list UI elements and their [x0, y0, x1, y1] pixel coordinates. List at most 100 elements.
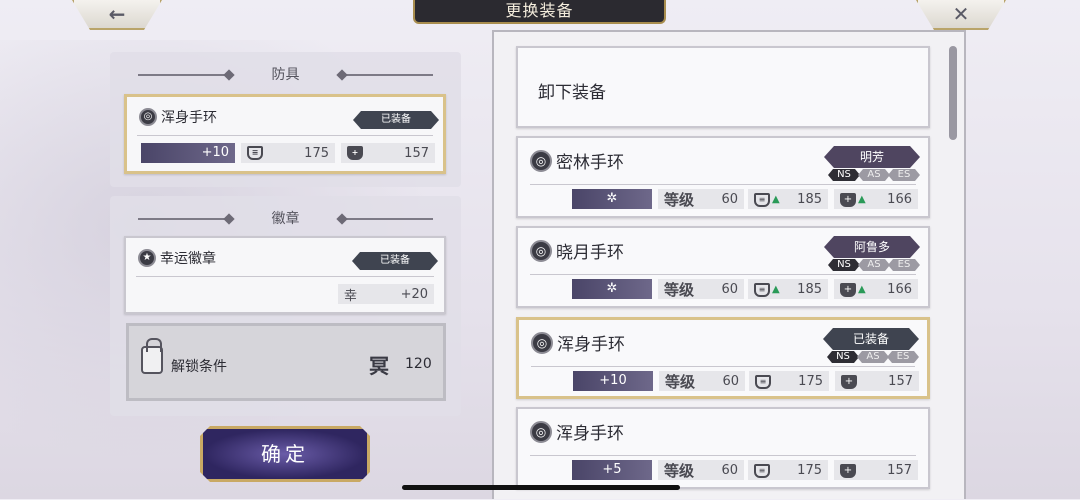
level-stat: 等级 60	[658, 460, 744, 480]
level-label: 等级	[664, 461, 695, 480]
close-icon: ✕	[952, 2, 970, 26]
unequip-button[interactable]: 卸下装备	[516, 46, 930, 128]
bracelet-icon: ◎	[530, 149, 552, 172]
defense-value: 185	[797, 191, 822, 207]
bracelet-icon: ◎	[530, 420, 552, 443]
locked-slot[interactable]: 解锁条件 冥 120	[126, 323, 446, 401]
equipped-badge: 已装备	[823, 328, 919, 350]
class-tag: ES	[888, 259, 920, 271]
defense-value: 185	[797, 281, 822, 297]
owner-badge: 明芳	[824, 146, 920, 168]
ornament-right	[338, 218, 433, 220]
hp-shield-icon: +	[347, 146, 363, 160]
item-name-row: ◎ 浑身手环	[530, 419, 624, 444]
stat-up-icon: ▲	[858, 194, 866, 205]
star-badge-icon: ★	[138, 249, 156, 267]
stat-up-icon: ▲	[772, 194, 780, 205]
scrollbar[interactable]	[949, 46, 957, 140]
equipment-list-item[interactable]: ◎ 密林手环 明芳 NS AS ES ✲ 等级 60 ≡ ▲ 185 + ▲ 166	[516, 136, 930, 218]
divider	[136, 276, 434, 277]
ornament-left	[138, 74, 233, 76]
level-value: 60	[722, 373, 739, 389]
level-label: 等级	[664, 280, 695, 299]
enhance-level: ✲	[572, 189, 652, 209]
level-stat: 等级 60	[659, 371, 745, 391]
armor-slot-card[interactable]: ◎ 浑身手环 已装备 +10 ≡ 175 + 157	[124, 94, 446, 174]
rank-icon: 冥	[369, 354, 389, 378]
close-button[interactable]: ✕	[916, 0, 1006, 30]
defense-stat: ≡ 175	[748, 460, 828, 480]
back-button[interactable]: ←	[72, 0, 162, 30]
owner-badge: 阿鲁多	[824, 236, 920, 258]
item-name: 密林手环	[556, 153, 624, 173]
ornament-left	[138, 218, 233, 220]
divider	[531, 366, 915, 367]
defense-icon: ≡	[247, 146, 263, 160]
enhance-level: +10	[573, 371, 653, 391]
defense-icon: ≡	[754, 464, 770, 478]
badge-section-header: 徽章	[110, 208, 461, 228]
class-tag: AS	[858, 169, 890, 181]
defense-value: 175	[304, 145, 329, 161]
hp-value: 157	[404, 145, 429, 161]
class-tag: AS	[857, 351, 889, 363]
item-name-row: ◎ 晓月手环	[530, 238, 624, 263]
luck-stat: 幸 +20	[338, 284, 434, 304]
defense-icon: ≡	[754, 283, 770, 297]
level-stat: 等级 60	[658, 279, 744, 299]
defense-value: 175	[797, 462, 822, 478]
item-name: 浑身手环	[557, 335, 625, 355]
equipment-list-item[interactable]: ◎ 晓月手环 阿鲁多 NS AS ES ✲ 等级 60 ≡ ▲ 185 + ▲ 166	[516, 226, 930, 308]
unlock-condition-label: 解锁条件	[171, 359, 227, 375]
hp-value: 157	[887, 462, 912, 478]
item-name-row: ◎ 密林手环	[530, 148, 624, 173]
hp-stat: +157	[835, 371, 919, 391]
level-label: 等级	[664, 190, 695, 209]
enhance-level: ✲	[572, 279, 652, 299]
hp-stat: + 157	[341, 143, 435, 163]
item-name-row: ◎ 浑身手环	[531, 330, 625, 355]
hp-shield-icon: +	[840, 193, 856, 207]
class-tag: ES	[888, 169, 920, 181]
divider	[530, 184, 916, 185]
class-tags: NS AS ES	[830, 169, 920, 181]
equipment-list-item[interactable]: ◎ 浑身手环 +5 等级 60 ≡ 175 +157	[516, 407, 930, 489]
bracelet-icon: ◎	[531, 331, 553, 354]
defense-stat: ≡ 175	[241, 143, 335, 163]
class-tag: ES	[887, 351, 919, 363]
hp-shield-icon: +	[840, 464, 856, 478]
item-name: 晓月手环	[556, 243, 624, 263]
hp-stat: + ▲ 166	[834, 189, 918, 209]
page-title: 更换装备	[413, 0, 666, 24]
divider	[530, 455, 916, 456]
class-tag: NS	[828, 259, 860, 271]
class-tag: NS	[827, 351, 859, 363]
enhance-level: +5	[572, 460, 652, 480]
luck-value: +20	[400, 286, 428, 302]
divider	[530, 274, 916, 275]
item-name: 浑身手环	[556, 424, 624, 444]
defense-icon: ≡	[755, 375, 771, 389]
level-label: 等级	[665, 372, 696, 391]
badge-section-title: 徽章	[271, 211, 300, 227]
home-indicator[interactable]	[402, 485, 680, 490]
armor-item-name: 浑身手环	[161, 110, 217, 126]
armor-section-title: 防具	[271, 67, 300, 83]
class-tags: NS AS ES	[829, 351, 919, 363]
badge-item-name: 幸运徽章	[160, 251, 216, 267]
hp-value: 166	[887, 281, 912, 297]
confirm-button[interactable]: 确定	[200, 426, 370, 482]
badge-item-name-row: ★ 幸运徽章	[138, 248, 216, 268]
level-value: 60	[721, 281, 738, 297]
defense-stat: ≡ ▲ 185	[748, 189, 828, 209]
lock-icon	[141, 338, 163, 374]
level-value: 60	[721, 191, 738, 207]
hp-value: 166	[887, 191, 912, 207]
equipment-list-item[interactable]: ◎ 浑身手环 已装备 NS AS ES +10 等级 60 ≡ 175 +157	[516, 317, 930, 399]
hp-shield-icon: +	[840, 283, 856, 297]
defense-stat: ≡ ▲ 185	[748, 279, 828, 299]
divider	[137, 135, 433, 136]
hp-stat: +157	[834, 460, 918, 480]
badge-slot-card[interactable]: ★ 幸运徽章 已装备 幸 +20	[124, 236, 446, 314]
defense-icon: ≡	[754, 193, 770, 207]
